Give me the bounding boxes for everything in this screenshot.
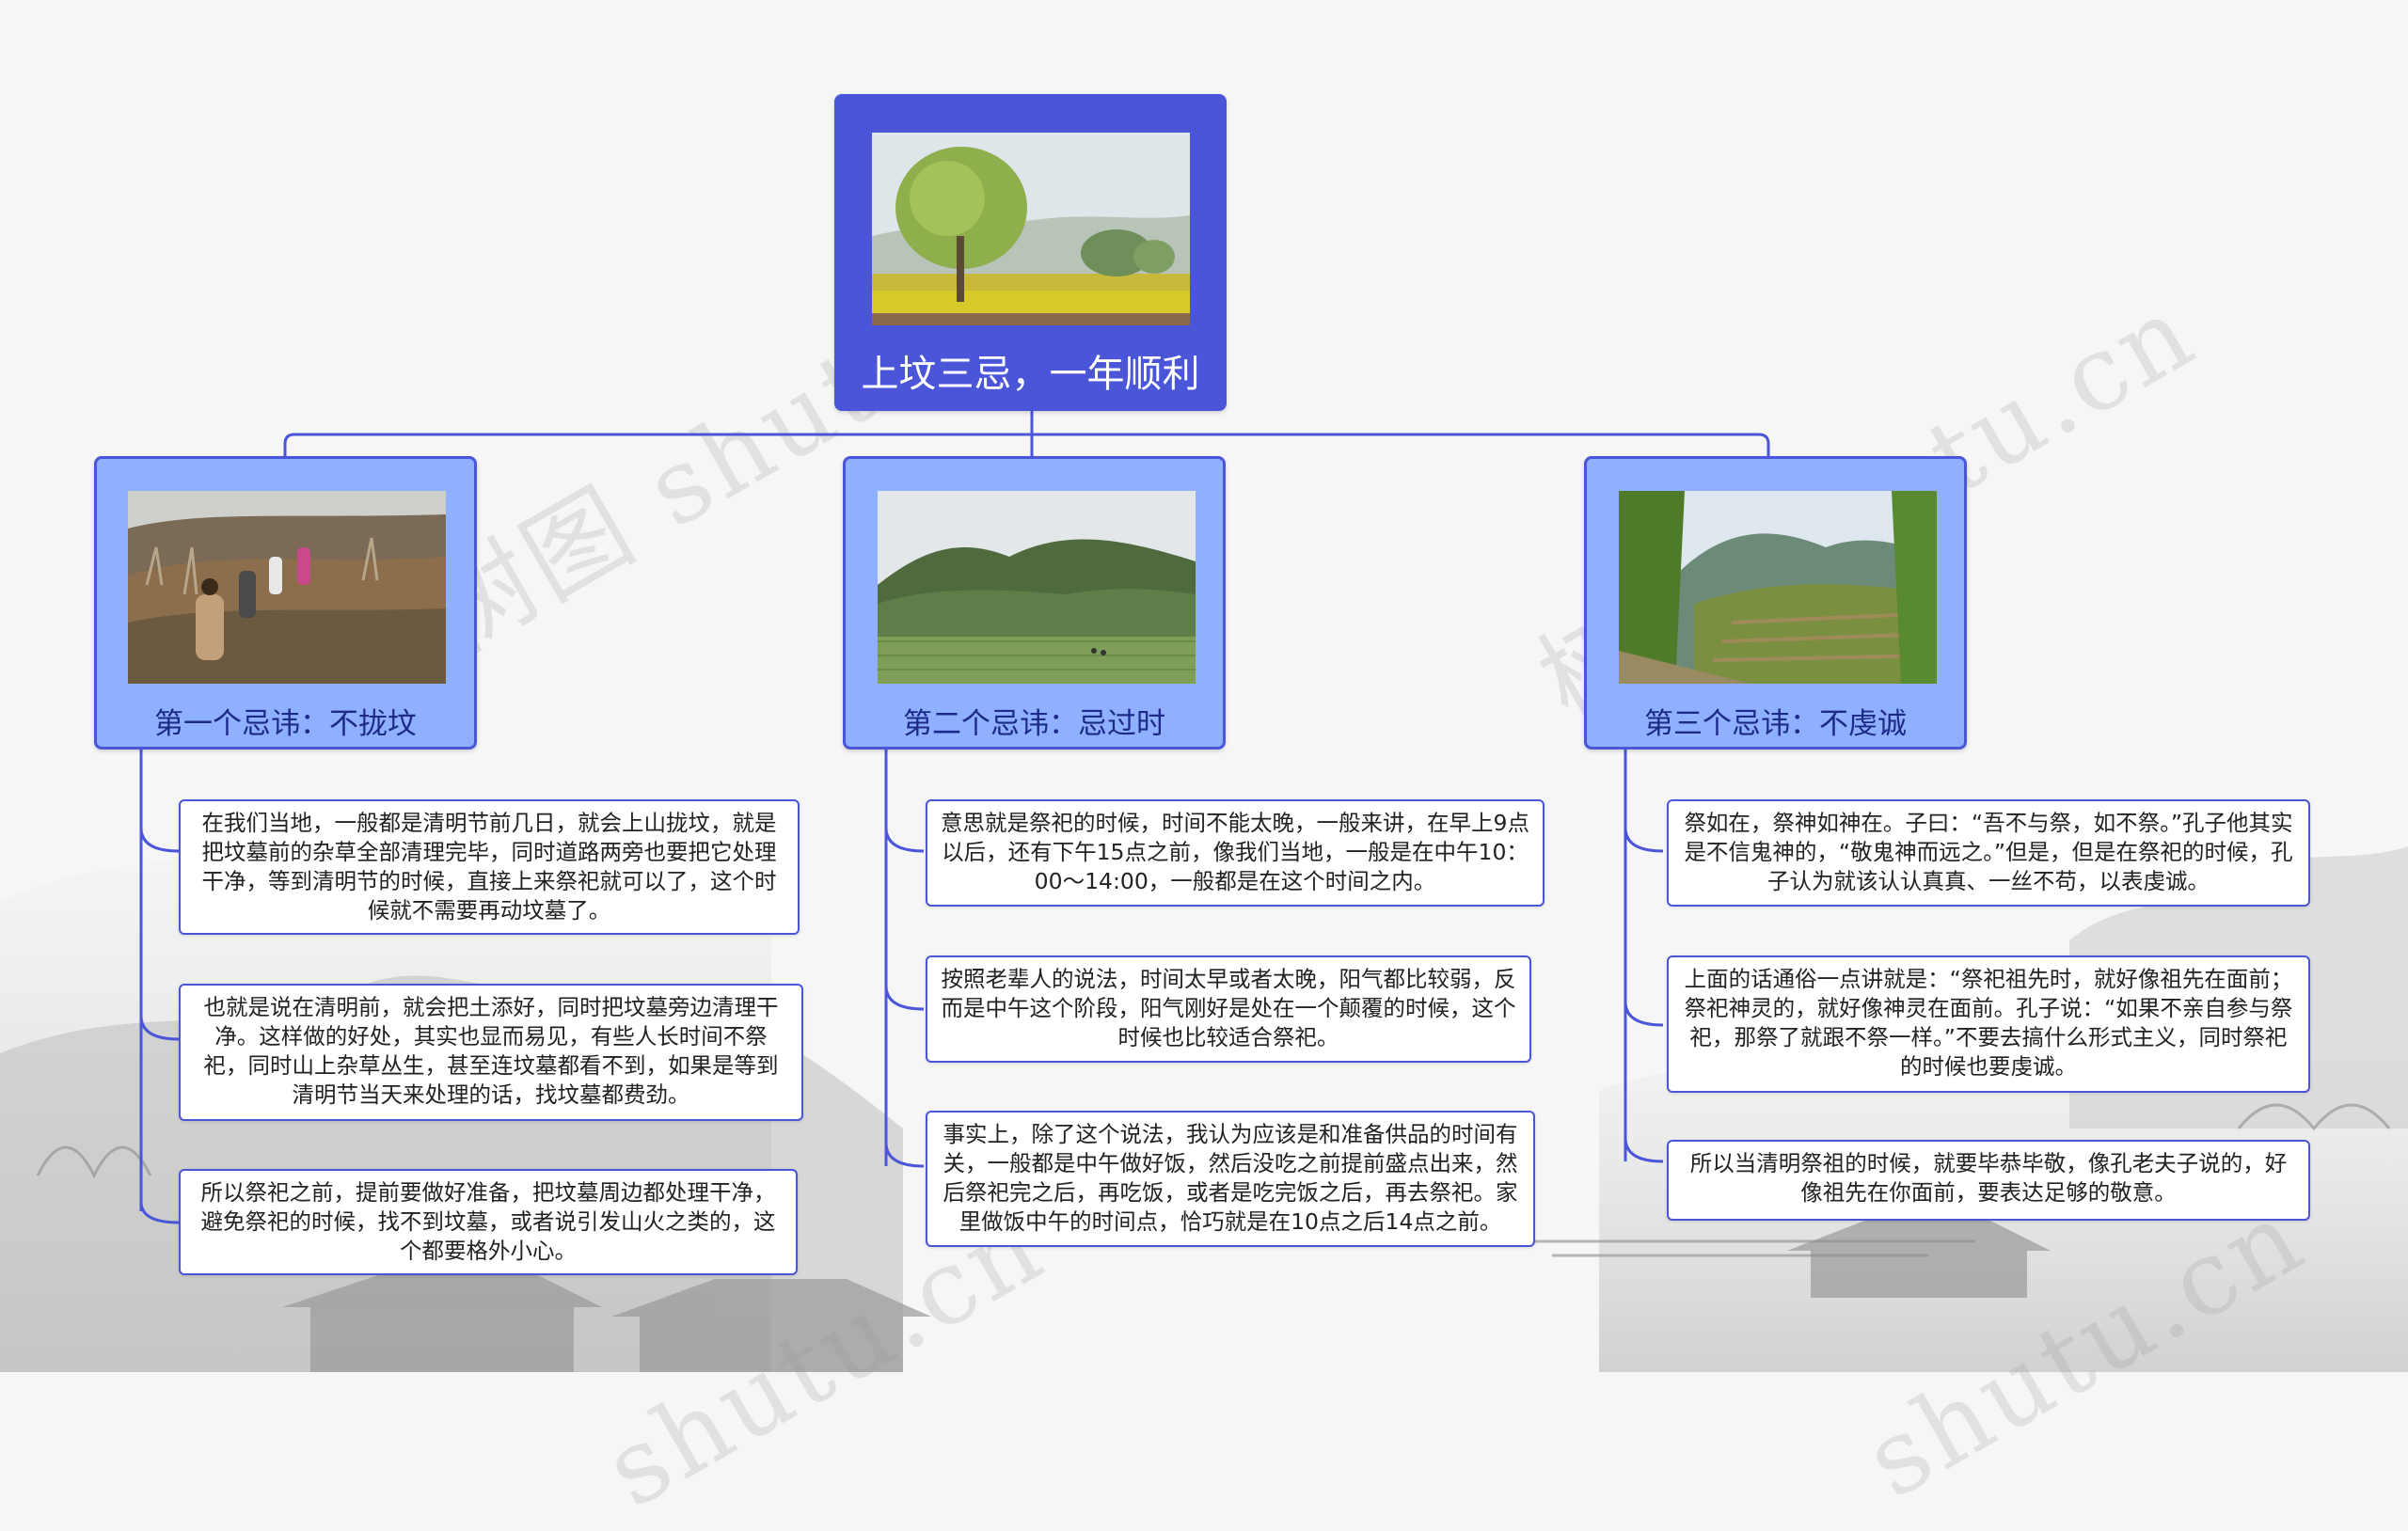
root-topic[interactable]: 上坟三忌，一年顺利 xyxy=(834,94,1227,411)
branch-topic-2[interactable]: 第二个忌讳：忌过时 xyxy=(843,456,1226,750)
hill-walkers-photo xyxy=(128,491,446,684)
branch-1-title: 第一个忌讳：不拢坟 xyxy=(154,707,417,741)
branch-3-item-3[interactable]: 所以当清明祭祖的时候，就要毕恭毕敬，像孔老夫子说的，好像祖先在你面前，要表达足够… xyxy=(1667,1140,2310,1221)
branch-1-item-1[interactable]: 在我们当地，一般都是清明节前几日，就会上山拢坟，就是把坟墓前的杂草全部清理完毕，… xyxy=(179,799,800,935)
branch-topic-3[interactable]: 第三个忌讳：不虔诚 xyxy=(1584,456,1967,750)
tree-field-photo xyxy=(872,133,1190,325)
branch-1-item-2[interactable]: 也就是说在清明前，就会把土添好，同时把坟墓旁边清理干净。这样做的好处，其实也显而… xyxy=(179,984,803,1121)
branch-2-item-1[interactable]: 意思就是祭祀的时候，时间不能太晚，一般来讲，在早上9点以后，还有下午15点之前，… xyxy=(926,799,1545,907)
branch-1-item-3[interactable]: 所以祭祀之前，提前要做好准备，把坟墓周边都处理干净，避免祭祀的时候，找不到坟墓，… xyxy=(179,1169,798,1275)
green-valley-photo xyxy=(878,491,1196,684)
branch-3-item-1[interactable]: 祭如在，祭神如神在。子曰：“吾不与祭，如不祭。”孔子他其实是不信鬼神的，“敬鬼神… xyxy=(1667,799,2310,907)
mind-map-canvas: 树图 shutu.cn 树图 shutu.cn shutu.cn shutu.c… xyxy=(0,0,2408,1531)
root-title: 上坟三忌，一年顺利 xyxy=(861,353,1200,396)
mountain-terrace-photo xyxy=(1619,491,1937,684)
branch-2-item-2[interactable]: 按照老辈人的说法，时间太早或者太晚，阳气都比较弱，反而是中午这个阶段，阳气刚好是… xyxy=(926,955,1531,1063)
branch-2-title: 第二个忌讳：忌过时 xyxy=(903,707,1165,741)
branch-2-item-3[interactable]: 事实上，除了这个说法，我认为应该是和准备供品的时间有关，一般都是中午做好饭，然后… xyxy=(926,1111,1535,1247)
branch-3-title: 第三个忌讳：不虔诚 xyxy=(1644,707,1907,741)
branch-topic-1[interactable]: 第一个忌讳：不拢坟 xyxy=(94,456,477,750)
branch-3-item-2[interactable]: 上面的话通俗一点讲就是：“祭祀祖先时，就好像祖先在面前；祭祀神灵的，就好像神灵在… xyxy=(1667,955,2310,1093)
